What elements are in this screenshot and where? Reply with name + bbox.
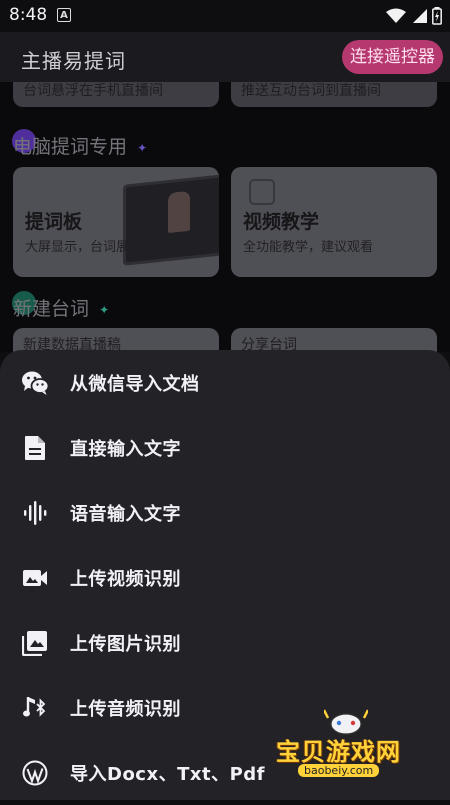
menu-label: 语音输入文字: [70, 503, 181, 525]
notification-icon: A: [57, 8, 71, 22]
menu-label: 导入Docx、Txt、Pdf: [70, 763, 265, 785]
menu-import-wechat[interactable]: 从微信导入文档: [0, 350, 450, 415]
watermark-logo: 宝贝游戏网 baobeiy.com: [268, 709, 428, 782]
signal-icon: [413, 9, 427, 23]
wordpress-icon: [21, 759, 49, 787]
video-camera-icon: [21, 564, 49, 592]
app-title: 主播易提词: [21, 49, 126, 73]
wifi-icon: [386, 8, 406, 23]
menu-direct-input[interactable]: 直接输入文字: [0, 415, 450, 480]
wechat-icon: [21, 369, 49, 397]
menu-upload-image[interactable]: 上传图片识别: [0, 610, 450, 675]
menu-label: 直接输入文字: [70, 438, 181, 460]
menu-label: 上传音频识别: [70, 698, 181, 720]
document-icon: [21, 434, 49, 462]
menu-voice-input[interactable]: 语音输入文字: [0, 480, 450, 545]
status-bar: 8:48 A: [0, 0, 450, 32]
status-icons: [386, 6, 442, 26]
battery-icon: [432, 7, 442, 25]
watermark-text: 宝贝游戏网: [276, 738, 401, 766]
menu-label: 上传视频识别: [70, 568, 181, 590]
scrim[interactable]: [0, 82, 450, 352]
bluetooth-audio-icon: [21, 694, 49, 722]
voice-wave-icon: [21, 499, 49, 527]
watermark-url: baobeiy.com: [298, 764, 380, 777]
connect-remote-button[interactable]: 连接遥控器: [342, 40, 443, 74]
menu-label: 从微信导入文档: [70, 373, 200, 395]
menu-upload-video[interactable]: 上传视频识别: [0, 545, 450, 610]
menu-label: 上传图片识别: [70, 633, 181, 655]
image-library-icon: [21, 629, 49, 657]
app-bar: 主播易提词 连接遥控器: [0, 32, 450, 82]
status-time: 8:48: [9, 5, 48, 25]
